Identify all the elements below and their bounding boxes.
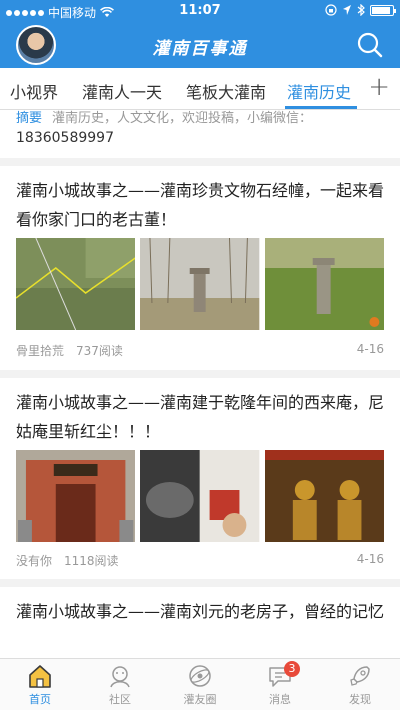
tabbar-label: 消息 [269, 693, 291, 706]
tabbar-label: 首页 [29, 693, 51, 706]
summary-line: 摘要 灌南历史，人文文化，欢迎投稿，小编微信： [16, 110, 312, 126]
status-bar: 中国移动 11:07 [0, 0, 400, 22]
article-card[interactable]: 灌南小城故事之——灌南刘元的老房子，曾经的记忆 [0, 587, 400, 667]
article-reads: 1118阅读 [64, 554, 119, 568]
tabbar-label: 社区 [109, 693, 131, 706]
tab-guannan-renyitian[interactable]: 灌南人一天 [82, 79, 162, 103]
bottom-tab-bar: 首页 社区 灌友圈 3 消息 发现 [0, 658, 400, 710]
article-title[interactable]: 灌南小城故事之——灌南刘元的老房子，曾经的记忆 [16, 597, 386, 626]
article-thumbnails [16, 450, 384, 542]
tab-bibandaguannan[interactable]: 笔板大灌南 [186, 79, 266, 103]
article-meta: 骨里拾荒 737阅读 4-16 [16, 342, 384, 359]
app-title: 灌南百事通 [152, 39, 248, 59]
status-right [325, 4, 396, 16]
channel-summary: 摘要 灌南历史，人文文化，欢迎投稿，小编微信： 18360589997 [0, 110, 400, 158]
article-card[interactable]: 灌南小城故事之——灌南建于乾隆年间的西来庵，尼姑庵里斩红尘！！！ 没有你 111… [0, 378, 400, 579]
article-meta: 没有你 1118阅读 4-16 [16, 552, 384, 569]
category-tabs: 小视界 灌南人一天 笔板大灌南 灌南历史 + [0, 68, 400, 110]
tab-guannan-history[interactable]: 灌南历史 [287, 79, 351, 103]
tabbar-circle[interactable]: 灌友圈 [168, 663, 232, 707]
thumbnail-buddha-statues[interactable] [264, 450, 384, 542]
article-date: 4-16 [356, 552, 384, 566]
article-author: 没有你 [16, 554, 53, 568]
tabbar-community[interactable]: 社区 [88, 663, 152, 707]
article-date: 4-16 [356, 342, 384, 356]
article-author: 骨里拾荒 [16, 344, 65, 358]
home-icon [29, 665, 51, 688]
active-tab-indicator [285, 106, 357, 109]
location-icon [343, 5, 351, 15]
article-card[interactable]: 灌南小城故事之——灌南珍贵文物石经幢，一起来看看你家门口的老古董！ 骨里拾荒 7… [0, 166, 400, 370]
tabbar-label: 发现 [349, 693, 371, 706]
article-title[interactable]: 灌南小城故事之——灌南珍贵文物石经幢，一起来看看你家门口的老古董！ [16, 176, 386, 234]
thumbnail-temple-gate[interactable] [16, 450, 136, 542]
bluetooth-icon [357, 4, 365, 16]
thumbnail-incense-burner[interactable] [140, 450, 260, 542]
thumbnail-stone-pillar[interactable] [140, 238, 260, 330]
summary-tag: 摘要 [16, 111, 43, 126]
article-reads: 737阅读 [76, 344, 123, 358]
rocket-icon [350, 666, 370, 686]
app-header: 灌南百事通 [0, 22, 400, 68]
message-badge: 3 [284, 661, 300, 677]
lock-rotation-icon [325, 4, 337, 16]
article-thumbnails [16, 238, 384, 330]
battery-icon [370, 4, 396, 16]
article-title[interactable]: 灌南小城故事之——灌南建于乾隆年间的西来庵，尼姑庵里斩红尘！！！ [16, 388, 386, 446]
thumbnail-satellite-map[interactable] [16, 238, 136, 330]
tabbar-discover[interactable]: 发现 [328, 663, 392, 707]
circle-icon [189, 665, 211, 687]
add-tab-icon[interactable]: + [368, 72, 390, 102]
community-icon [110, 666, 130, 688]
search-icon[interactable] [356, 31, 384, 59]
thumbnail-grass-stone[interactable] [264, 238, 384, 330]
tabbar-home[interactable]: 首页 [8, 663, 72, 707]
summary-wechat: 18360589997 [16, 130, 114, 146]
tab-xiaoshijie[interactable]: 小视界 [10, 79, 58, 103]
summary-text: 灌南历史，人文文化，欢迎投稿，小编微信： [52, 111, 313, 126]
tabbar-label: 灌友圈 [183, 693, 217, 706]
tabbar-messages[interactable]: 3 消息 [248, 661, 312, 707]
